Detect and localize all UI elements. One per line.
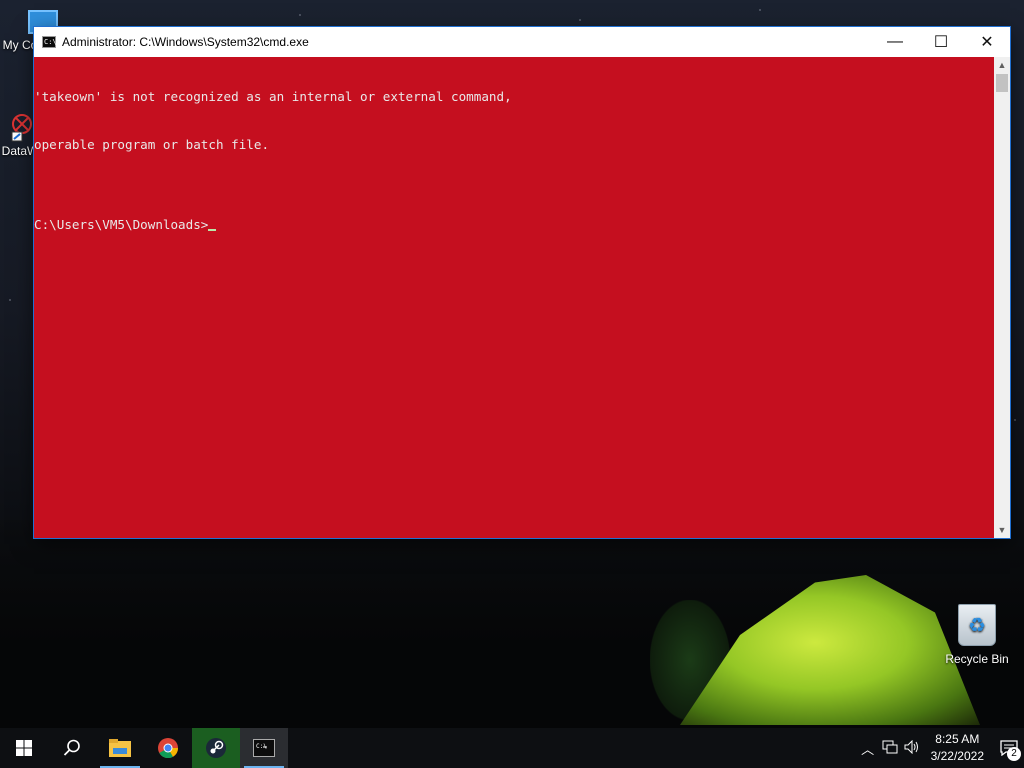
maximize-button[interactable]: ☐ [918,27,964,57]
clock-time: 8:25 AM [935,732,980,746]
close-button[interactable]: ✕ [964,27,1010,57]
scroll-up-arrow-icon[interactable]: ▲ [994,57,1010,73]
cmd-window[interactable]: C:\_ Administrator: C:\Windows\System32\… [34,27,1010,538]
system-tray: ︿ 8:25 AM 3/22/2022 2 [857,728,1024,768]
windows-logo-icon [16,740,32,756]
show-hidden-icons-chevron-icon[interactable]: ︿ [857,739,879,758]
taskbar: C:\ ︿ 8:25 AM 3/22/2022 2 [0,728,1024,768]
console-line: 'takeown' is not recognized as an intern… [34,89,512,104]
desktop-icon-label: Recycle Bin [945,652,1009,666]
console-output[interactable]: 'takeown' is not recognized as an intern… [34,57,994,538]
chrome-icon [158,738,179,759]
search-icon [63,739,80,756]
desktop-icon-recycle-bin[interactable]: ♻ Recycle Bin [942,604,1012,666]
clock-date: 3/22/2022 [930,749,984,763]
window-title: Administrator: C:\Windows\System32\cmd.e… [62,35,309,49]
vertical-scrollbar[interactable]: ▲ ▼ [994,57,1010,538]
cmd-icon: C:\ [253,739,275,757]
cmd-app-icon: C:\_ [42,36,61,48]
search-button[interactable] [48,728,96,768]
text-cursor [208,229,217,231]
taskbar-file-explorer[interactable] [96,728,144,768]
taskbar-chrome[interactable] [144,728,192,768]
start-button[interactable] [0,728,48,768]
scrollbar-thumb[interactable] [996,74,1008,92]
recycle-bin-icon: ♻ [958,604,996,646]
scroll-down-arrow-icon[interactable]: ▼ [994,522,1010,538]
network-icon[interactable] [879,740,901,757]
file-explorer-icon [109,739,131,757]
console-line: operable program or batch file. [34,137,270,152]
console-prompt: C:\Users\VM5\Downloads> [34,217,209,232]
action-center-button[interactable]: 2 [994,728,1024,768]
volume-icon[interactable] [901,739,923,757]
notification-count-badge: 2 [1007,747,1021,761]
taskbar-clock[interactable]: 8:25 AM 3/22/2022 [931,731,984,765]
taskbar-cmd[interactable]: C:\ [240,728,288,768]
steam-icon [206,738,226,758]
taskbar-steam[interactable] [192,728,240,768]
window-titlebar[interactable]: C:\_ Administrator: C:\Windows\System32\… [34,27,1010,57]
minimize-button[interactable]: — [872,27,918,57]
